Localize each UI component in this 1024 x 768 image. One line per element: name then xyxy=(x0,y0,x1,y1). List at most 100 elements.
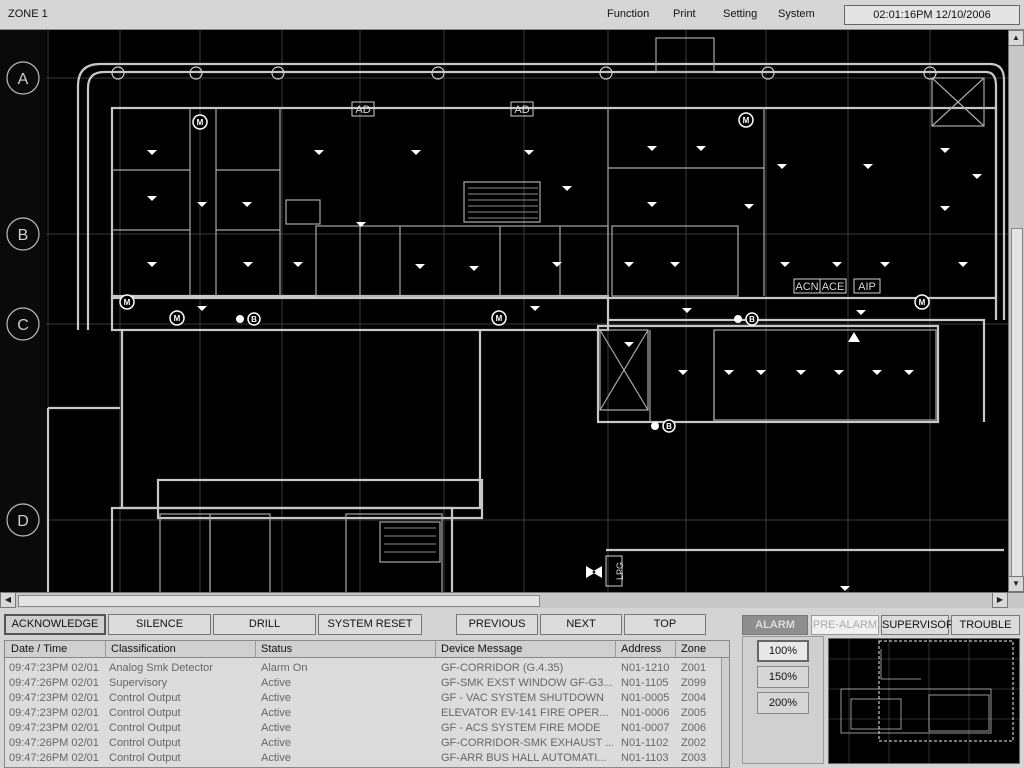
room-label-ad-2: AD xyxy=(514,104,529,116)
menu-function[interactable]: Function xyxy=(607,8,649,20)
table-cell: 09:47:26PM 02/01 xyxy=(9,677,99,689)
table-cell: Control Output xyxy=(109,737,181,749)
acknowledge-button[interactable]: ACKNOWLEDGE xyxy=(4,614,106,635)
column-header-date[interactable]: Date / Time xyxy=(11,643,67,655)
system-reset-button[interactable]: SYSTEM RESET xyxy=(318,614,422,635)
vertical-scroll-thumb[interactable] xyxy=(1011,228,1023,608)
table-cell: Control Output xyxy=(109,752,181,764)
tab-alarm[interactable]: ALARM xyxy=(742,615,808,635)
svg-text:M: M xyxy=(174,314,181,323)
event-table[interactable]: Date / Time Classification Status Device… xyxy=(4,640,730,768)
table-cell: Z003 xyxy=(681,752,707,764)
svg-text:B: B xyxy=(666,422,672,431)
minimap-viewport[interactable] xyxy=(878,640,1014,742)
svg-text:M: M xyxy=(919,298,926,307)
table-cell: N01-0007 xyxy=(621,722,670,734)
column-header-zone[interactable]: Zone xyxy=(681,643,706,655)
table-cell: Active xyxy=(261,707,291,719)
scroll-left-arrow-icon[interactable]: ◀ xyxy=(0,592,16,608)
top-button[interactable]: TOP xyxy=(624,614,706,635)
table-row[interactable]: 09:47:23PM 02/01 Analog Smk Detector Alarm… xyxy=(5,661,721,676)
table-row[interactable]: 09:47:23PM 02/01 Control Output Active GF -… xyxy=(5,721,721,736)
building-walls xyxy=(46,62,1006,592)
previous-button[interactable]: PREVIOUS xyxy=(456,614,538,635)
svg-text:B: B xyxy=(749,315,755,324)
table-cell: Control Output xyxy=(109,722,181,734)
table-cell: Z006 xyxy=(681,722,707,734)
table-cell: N01-0006 xyxy=(621,707,670,719)
menu-print[interactable]: Print xyxy=(673,8,696,20)
grid-label-b: B xyxy=(18,227,29,244)
table-cell: N01-1210 xyxy=(621,662,670,674)
table-cell: N01-1102 xyxy=(621,737,669,749)
column-header-address[interactable]: Address xyxy=(621,643,661,655)
table-scrollbar[interactable] xyxy=(721,658,729,767)
table-cell: GF - VAC SYSTEM SHUTDOWN xyxy=(441,692,604,704)
table-cell: Z005 xyxy=(681,707,707,719)
table-cell: Active xyxy=(261,692,291,704)
grid-label-c: C xyxy=(17,317,29,334)
table-cell: GF-ARR BUS HALL AUTOMATI... xyxy=(441,752,607,764)
table-cell: Control Output xyxy=(109,692,181,704)
table-cell: 09:47:23PM 02/01 xyxy=(9,692,99,704)
svg-text:M: M xyxy=(496,314,503,323)
map-horizontal-scrollbar[interactable]: ◀ ▶ xyxy=(0,592,1024,608)
grid-label-a: A xyxy=(18,71,29,88)
room-label-ace: ACE xyxy=(822,281,845,293)
tab-supervisory[interactable]: SUPERVISORY xyxy=(881,615,961,635)
menu-setting[interactable]: Setting xyxy=(723,8,757,20)
menu-system[interactable]: System xyxy=(778,8,815,20)
table-cell: GF-CORRIDOR (G.4.35) xyxy=(441,662,564,674)
svg-text:B: B xyxy=(251,315,257,324)
smoke-detectors[interactable] xyxy=(147,146,982,591)
table-row[interactable]: 09:47:23PM 02/01 Control Output Active GF -… xyxy=(5,691,721,706)
grid-label-d: D xyxy=(17,513,29,530)
table-row[interactable]: 09:47:26PM 02/01 Supervisory Active GF-SMK … xyxy=(5,676,721,691)
table-cell: Analog Smk Detector xyxy=(109,662,213,674)
table-cell: GF-CORRIDOR-SMK EXHAUST ... xyxy=(441,737,613,749)
silence-button[interactable]: SILENCE xyxy=(108,614,211,635)
tab-trouble[interactable]: TROUBLE xyxy=(951,615,1020,635)
table-cell: Active xyxy=(261,722,291,734)
table-cell: GF-SMK EXST WINDOW GF-G3... xyxy=(441,677,613,689)
table-cell: 09:47:23PM 02/01 xyxy=(9,662,99,674)
alarm-triangle-icon xyxy=(848,332,860,342)
table-cell: Z004 xyxy=(681,692,707,704)
table-cell: 09:47:23PM 02/01 xyxy=(9,722,99,734)
zoom-150-button[interactable]: 150% xyxy=(757,666,809,688)
svg-text:M: M xyxy=(197,118,204,127)
table-cell: Z001 xyxy=(681,662,707,674)
next-button[interactable]: NEXT xyxy=(540,614,622,635)
room-label-lpg: LPG xyxy=(615,562,625,580)
zoom-100-button[interactable]: 100% xyxy=(757,640,809,662)
scroll-right-arrow-icon[interactable]: ▶ xyxy=(992,592,1008,608)
map-vertical-scrollbar[interactable]: ▲ ▼ xyxy=(1008,30,1024,608)
valve-icon xyxy=(586,566,602,578)
table-cell: Active xyxy=(261,677,291,689)
column-header-device-message[interactable]: Device Message xyxy=(441,643,522,655)
table-row[interactable]: 09:47:26PM 02/01 Control Output Active GF-C… xyxy=(5,736,721,751)
clock-display: 02:01:16PM 12/10/2006 xyxy=(844,5,1020,25)
floor-plan-svg: A B C D AD AD ACN ACE AIP LPG M M M M M … xyxy=(0,30,1008,592)
drill-button[interactable]: DRILL xyxy=(213,614,316,635)
svg-text:M: M xyxy=(124,298,131,307)
overview-minimap[interactable] xyxy=(828,638,1020,764)
zoom-200-button[interactable]: 200% xyxy=(757,692,809,714)
svg-text:M: M xyxy=(743,116,750,125)
stair-treads xyxy=(384,187,538,553)
column-header-classification[interactable]: Classification xyxy=(111,643,176,655)
column-header-status[interactable]: Status xyxy=(261,643,292,655)
room-label-ad-1: AD xyxy=(355,104,370,116)
scroll-up-arrow-icon[interactable]: ▲ xyxy=(1008,30,1024,46)
table-cell: N01-1103 xyxy=(621,752,669,764)
zone-title: ZONE 1 xyxy=(8,8,48,20)
scroll-down-arrow-icon[interactable]: ▼ xyxy=(1008,576,1024,592)
table-row[interactable]: 09:47:26PM 02/01 Control Output Active GF-A… xyxy=(5,751,721,766)
tab-pre-alarm[interactable]: PRE-ALARM xyxy=(811,615,879,635)
table-cell: N01-0005 xyxy=(621,692,670,704)
floor-plan-view[interactable]: A B C D AD AD ACN ACE AIP LPG M M M M M … xyxy=(0,30,1024,592)
horizontal-scroll-thumb[interactable] xyxy=(18,595,540,607)
table-cell: 09:47:26PM 02/01 xyxy=(9,737,99,749)
table-row[interactable]: 09:47:23PM 02/01 Control Output Active ELEV… xyxy=(5,706,721,721)
table-header: Date / Time Classification Status Device… xyxy=(5,641,729,658)
